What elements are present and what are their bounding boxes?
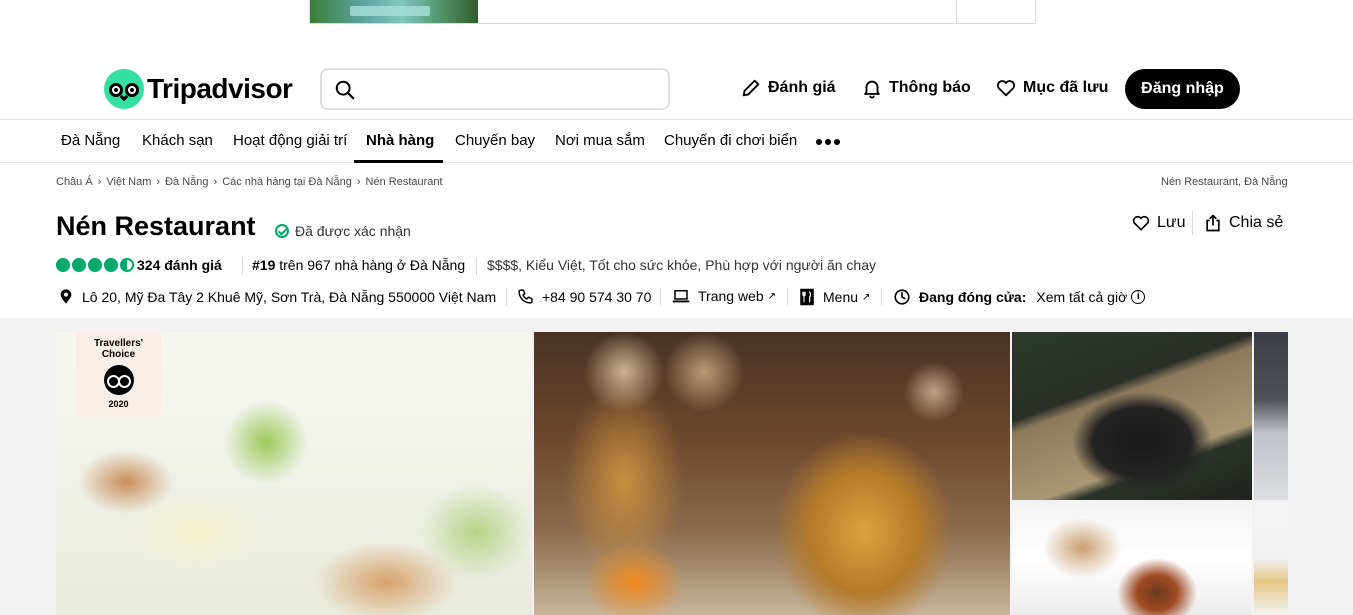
- website-link[interactable]: Trang web ↗: [672, 288, 776, 304]
- menu-link[interactable]: Menu ↗: [799, 288, 870, 306]
- divider: [242, 257, 243, 275]
- rating-summary[interactable]: 324 đánh giá: [56, 257, 222, 273]
- breadcrumb-item[interactable]: Các nhà hàng tại Đà Nẵng: [222, 176, 352, 188]
- clock-icon: [894, 289, 910, 305]
- info-icon[interactable]: i: [1131, 290, 1146, 304]
- chevron-right-icon: ›: [213, 176, 218, 188]
- logo-text: Tripadvisor: [147, 73, 293, 104]
- top-advertisement[interactable]: [309, 0, 1036, 24]
- gallery-photo[interactable]: [1254, 503, 1288, 615]
- nav-item-cruises[interactable]: Chuyến đi chơi biển: [664, 132, 797, 149]
- notifications-button[interactable]: Thông báo: [861, 77, 971, 99]
- bell-icon: [864, 80, 880, 99]
- gallery-photo[interactable]: [1254, 332, 1288, 500]
- review-count[interactable]: 324 đánh giá: [137, 257, 222, 273]
- rating-bubble-icon: [56, 258, 70, 272]
- hours-label: Xem tất cả giờ: [1036, 289, 1128, 305]
- nav-item-shopping[interactable]: Nơi mua sắm: [555, 132, 645, 149]
- external-link-icon: ↗: [862, 291, 871, 303]
- page-title: Nén Restaurant: [56, 211, 256, 241]
- divider: [881, 288, 882, 306]
- write-review-label: Đánh giá: [768, 79, 836, 96]
- site-header: Tripadvisor Đánh giá Thông báo Mục đã lư…: [0, 60, 1353, 120]
- address-text: Lô 20, Mỹ Đa Tây 2 Khuê Mỹ, Sơn Trà, Đà …: [82, 289, 497, 305]
- nav-item-activities[interactable]: Hoạt động giải trí: [233, 132, 347, 149]
- divider: [787, 288, 788, 306]
- phone-text: +84 90 574 30 70: [542, 288, 652, 305]
- rating-bubble-icon: [104, 258, 118, 272]
- divider: [660, 288, 661, 306]
- badge-line2: Choice: [101, 349, 136, 360]
- pencil-icon: [742, 79, 760, 97]
- search-icon: [335, 80, 355, 100]
- phone-link[interactable]: +84 90 574 30 70: [517, 288, 651, 305]
- rating-bubble-icon: [88, 258, 102, 272]
- owl-logo-icon: [104, 69, 144, 109]
- breadcrumb-location: Nén Restaurant, Đà Nẵng: [1161, 176, 1288, 188]
- open-status: Đang đóng cửa:: [919, 289, 1027, 305]
- ad-image: [310, 0, 478, 23]
- tripadvisor-logo[interactable]: Tripadvisor: [104, 69, 293, 109]
- heart-icon: [1132, 215, 1150, 231]
- chevron-right-icon: ›: [356, 176, 361, 188]
- saved-items-button[interactable]: Mục đã lưu: [995, 77, 1108, 99]
- action-divider: [1192, 211, 1193, 235]
- phone-icon: [518, 289, 533, 304]
- laptop-icon: [672, 290, 690, 303]
- address-link[interactable]: Lô 20, Mỹ Đa Tây 2 Khuê Mỹ, Sơn Trà, Đà …: [58, 288, 496, 306]
- gallery-photo[interactable]: [1012, 503, 1252, 615]
- active-tab-indicator: [354, 160, 443, 163]
- category-nav: Đà Nẵng Khách sạn Hoạt động giải trí Nhà…: [0, 119, 1353, 163]
- share-icon: [1206, 214, 1220, 232]
- divider: [506, 288, 507, 306]
- hours-link[interactable]: Đang đóng cửa: Xem tất cả giờ i: [893, 288, 1146, 306]
- breadcrumb-item[interactable]: Châu Á: [56, 176, 93, 188]
- verified-label: Đã được xác nhận: [295, 223, 411, 239]
- photo-gallery: Travellers' Choice 2020: [0, 318, 1353, 615]
- more-menu-icon[interactable]: [816, 139, 840, 145]
- menu-label: Menu: [823, 289, 859, 305]
- gallery-photo[interactable]: [534, 332, 1010, 615]
- write-review-button[interactable]: Đánh giá: [740, 77, 836, 99]
- breadcrumb-item-current: Nén Restaurant: [365, 176, 443, 188]
- external-link-icon: ↗: [767, 290, 777, 302]
- rank-text: trên 967 nhà hàng ở Đà Nẵng: [275, 257, 466, 273]
- ranking[interactable]: #19 trên 967 nhà hàng ở Đà Nẵng: [252, 257, 465, 273]
- breadcrumb-item[interactable]: Việt Nam: [106, 176, 151, 188]
- heart-icon: [997, 80, 1015, 97]
- chevron-right-icon: ›: [156, 176, 161, 188]
- share-label: Chia sẻ: [1229, 214, 1284, 231]
- login-button[interactable]: Đăng nhập: [1125, 69, 1240, 109]
- rank-number: #19: [252, 257, 276, 273]
- breadcrumb: Châu Á › Việt Nam › Đà Nẵng › Các nhà hà…: [56, 176, 443, 188]
- verified-badge[interactable]: Đã được xác nhận: [275, 223, 411, 239]
- ad-divider: [956, 0, 957, 23]
- gallery-photo-main[interactable]: Travellers' Choice 2020: [56, 332, 532, 615]
- rating-half-bubble-icon: [120, 258, 134, 272]
- verified-check-icon: [275, 224, 289, 238]
- owl-icon: [103, 365, 134, 395]
- nav-item-restaurants[interactable]: Nhà hàng: [366, 132, 434, 149]
- website-label: Trang web: [698, 288, 764, 304]
- divider: [476, 257, 477, 275]
- save-button[interactable]: Lưu: [1131, 213, 1186, 233]
- save-label: Lưu: [1157, 214, 1186, 231]
- cuisine-tags: $$$$, Kiểu Việt, Tốt cho sức khỏe, Phù h…: [487, 257, 876, 273]
- map-pin-icon: [60, 289, 72, 304]
- notifications-label: Thông báo: [889, 79, 971, 96]
- nav-item-flights[interactable]: Chuyến bay: [455, 132, 535, 149]
- saved-items-label: Mục đã lưu: [1023, 79, 1109, 96]
- breadcrumb-item[interactable]: Đà Nẵng: [165, 176, 208, 188]
- gallery-photo[interactable]: [1012, 332, 1252, 500]
- badge-year: 2020: [108, 399, 129, 409]
- badge-line1: Travellers': [93, 338, 144, 349]
- travellers-choice-badge: Travellers' Choice 2020: [76, 332, 161, 417]
- share-button[interactable]: Chia sẻ: [1203, 213, 1283, 233]
- rating-bubble-icon: [72, 258, 86, 272]
- chevron-right-icon: ›: [97, 176, 102, 188]
- menu-fork-knife-icon: [800, 288, 814, 306]
- nav-item-da-nang[interactable]: Đà Nẵng: [61, 132, 120, 149]
- search-input[interactable]: [320, 68, 670, 110]
- nav-item-hotels[interactable]: Khách sạn: [142, 132, 213, 149]
